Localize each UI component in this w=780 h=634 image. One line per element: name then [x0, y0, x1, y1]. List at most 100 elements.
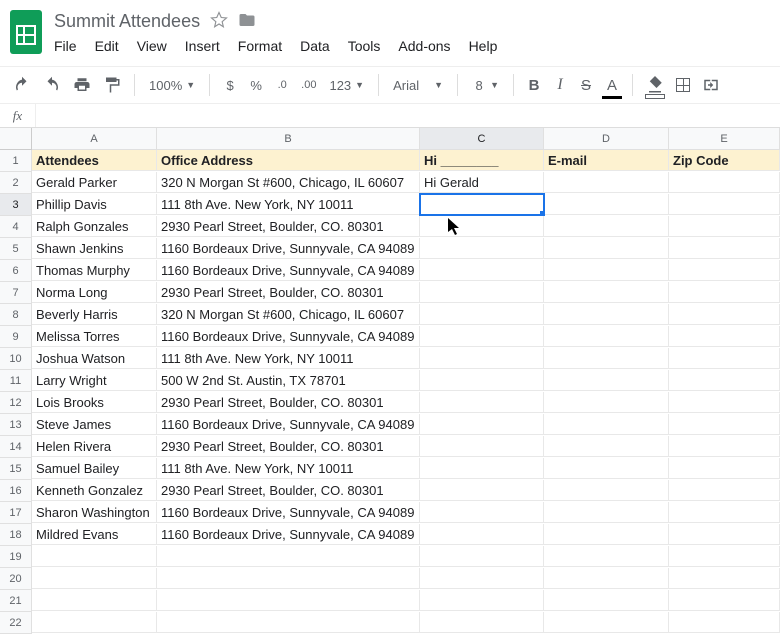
cell-E16[interactable] — [669, 480, 780, 501]
row-header-5[interactable]: 5 — [0, 238, 32, 260]
cell-A1[interactable]: Attendees — [32, 150, 157, 171]
cell-E15[interactable] — [669, 458, 780, 479]
cell-B14[interactable]: 2930 Pearl Street, Boulder, CO. 80301 — [157, 436, 420, 457]
formula-input[interactable] — [36, 104, 780, 127]
font-size-dropdown[interactable]: 8▼ — [468, 78, 503, 93]
row-header-13[interactable]: 13 — [0, 414, 32, 436]
cell-B7[interactable]: 2930 Pearl Street, Boulder, CO. 80301 — [157, 282, 420, 303]
cell-A22[interactable] — [32, 612, 157, 633]
cell-D2[interactable] — [544, 172, 669, 193]
borders-button[interactable] — [673, 73, 693, 97]
cell-D12[interactable] — [544, 392, 669, 413]
number-format-dropdown[interactable]: 123▼ — [325, 78, 368, 93]
cell-B20[interactable] — [157, 568, 420, 589]
cell-B2[interactable]: 320 N Morgan St #600, Chicago, IL 60607 — [157, 172, 420, 193]
cell-E6[interactable] — [669, 260, 780, 281]
cell-E12[interactable] — [669, 392, 780, 413]
cell-C21[interactable] — [420, 590, 544, 611]
zoom-dropdown[interactable]: 100%▼ — [145, 78, 199, 93]
cell-B18[interactable]: 1160 Bordeaux Drive, Sunnyvale, CA 94089 — [157, 524, 420, 545]
folder-icon[interactable] — [238, 11, 256, 32]
cell-E18[interactable] — [669, 524, 780, 545]
cell-C4[interactable] — [420, 216, 544, 237]
cell-C12[interactable] — [420, 392, 544, 413]
cell-B5[interactable]: 1160 Bordeaux Drive, Sunnyvale, CA 94089 — [157, 238, 420, 259]
menu-help[interactable]: Help — [469, 38, 498, 54]
cell-D11[interactable] — [544, 370, 669, 391]
cell-E20[interactable] — [669, 568, 780, 589]
cell-B10[interactable]: 111 8th Ave. New York, NY 10011 — [157, 348, 420, 369]
cell-C3[interactable] — [420, 194, 544, 215]
cell-B8[interactable]: 320 N Morgan St #600, Chicago, IL 60607 — [157, 304, 420, 325]
font-family-dropdown[interactable]: Arial▼ — [389, 78, 447, 93]
menu-file[interactable]: File — [54, 38, 77, 54]
cell-D16[interactable] — [544, 480, 669, 501]
cell-A9[interactable]: Melissa Torres — [32, 326, 157, 347]
cell-B15[interactable]: 111 8th Ave. New York, NY 10011 — [157, 458, 420, 479]
cell-D5[interactable] — [544, 238, 669, 259]
cell-D18[interactable] — [544, 524, 669, 545]
cell-E9[interactable] — [669, 326, 780, 347]
document-title[interactable]: Summit Attendees — [54, 11, 200, 32]
row-header-7[interactable]: 7 — [0, 282, 32, 304]
cell-A3[interactable]: Phillip Davis — [32, 194, 157, 215]
menu-format[interactable]: Format — [238, 38, 282, 54]
cell-C7[interactable] — [420, 282, 544, 303]
bold-button[interactable]: B — [524, 73, 544, 97]
cell-B19[interactable] — [157, 546, 420, 567]
cell-A14[interactable]: Helen Rivera — [32, 436, 157, 457]
cell-E4[interactable] — [669, 216, 780, 237]
currency-button[interactable]: $ — [220, 73, 240, 97]
row-header-15[interactable]: 15 — [0, 458, 32, 480]
cell-D4[interactable] — [544, 216, 669, 237]
row-header-19[interactable]: 19 — [0, 546, 32, 568]
cell-C2[interactable]: Hi Gerald — [420, 172, 544, 193]
undo-button[interactable] — [10, 73, 34, 97]
cell-A17[interactable]: Sharon Washington — [32, 502, 157, 523]
cell-A15[interactable]: Samuel Bailey — [32, 458, 157, 479]
cell-A8[interactable]: Beverly Harris — [32, 304, 157, 325]
cell-D19[interactable] — [544, 546, 669, 567]
cell-C9[interactable] — [420, 326, 544, 347]
cell-D15[interactable] — [544, 458, 669, 479]
cell-A12[interactable]: Lois Brooks — [32, 392, 157, 413]
cell-C8[interactable] — [420, 304, 544, 325]
menu-tools[interactable]: Tools — [348, 38, 381, 54]
cell-C18[interactable] — [420, 524, 544, 545]
cell-D6[interactable] — [544, 260, 669, 281]
cell-C10[interactable] — [420, 348, 544, 369]
cell-E13[interactable] — [669, 414, 780, 435]
cell-A11[interactable]: Larry Wright — [32, 370, 157, 391]
column-header-C[interactable]: C — [420, 128, 544, 150]
row-header-3[interactable]: 3 — [0, 194, 32, 216]
cell-A20[interactable] — [32, 568, 157, 589]
cell-E19[interactable] — [669, 546, 780, 567]
cell-A10[interactable]: Joshua Watson — [32, 348, 157, 369]
cell-B11[interactable]: 500 W 2nd St. Austin, TX 78701 — [157, 370, 420, 391]
print-button[interactable] — [70, 73, 94, 97]
cell-D21[interactable] — [544, 590, 669, 611]
cell-A6[interactable]: Thomas Murphy — [32, 260, 157, 281]
cell-C20[interactable] — [420, 568, 544, 589]
cell-E14[interactable] — [669, 436, 780, 457]
row-header-11[interactable]: 11 — [0, 370, 32, 392]
cell-C13[interactable] — [420, 414, 544, 435]
cell-B9[interactable]: 1160 Bordeaux Drive, Sunnyvale, CA 94089 — [157, 326, 420, 347]
cell-B12[interactable]: 2930 Pearl Street, Boulder, CO. 80301 — [157, 392, 420, 413]
cell-E3[interactable] — [669, 194, 780, 215]
sheets-app-icon[interactable] — [8, 8, 44, 56]
strikethrough-button[interactable]: S — [576, 73, 596, 97]
increase-decimal-button[interactable]: .00 — [298, 73, 319, 97]
menu-edit[interactable]: Edit — [95, 38, 119, 54]
cell-C16[interactable] — [420, 480, 544, 501]
cell-D9[interactable] — [544, 326, 669, 347]
star-icon[interactable] — [210, 11, 228, 32]
percent-button[interactable]: % — [246, 73, 266, 97]
cell-D3[interactable] — [544, 194, 669, 215]
cell-C15[interactable] — [420, 458, 544, 479]
cell-E21[interactable] — [669, 590, 780, 611]
menu-view[interactable]: View — [137, 38, 167, 54]
cell-A7[interactable]: Norma Long — [32, 282, 157, 303]
italic-button[interactable]: I — [550, 73, 570, 97]
paint-format-button[interactable] — [100, 73, 124, 97]
